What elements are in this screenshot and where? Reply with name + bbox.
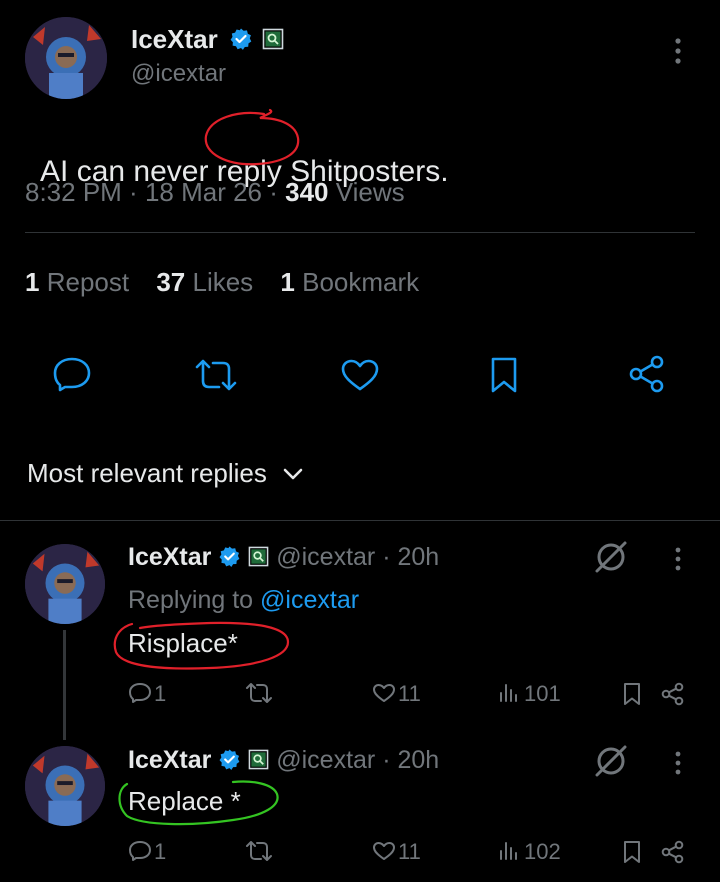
verified-icon: [230, 28, 252, 51]
reply-action-bar: 1 11 101: [128, 680, 688, 708]
metrics-row: 1 Repost 37 Likes 1 Bookmark: [25, 267, 419, 298]
reply-action-bar: 1 11 102: [128, 838, 688, 866]
avatar-image: [25, 17, 107, 99]
likes-label: Likes: [192, 267, 254, 297]
grok-analyze-icon[interactable]: [592, 742, 630, 780]
bookmark-icon[interactable]: [622, 840, 642, 864]
like-icon[interactable]: [340, 358, 380, 392]
more-icon[interactable]: [668, 37, 688, 67]
separator: ·: [375, 543, 398, 571]
verified-icon: [219, 749, 240, 770]
reply-header: IceXtar @icextar · 20h: [128, 746, 439, 775]
reply-handle[interactable]: @icextar: [276, 746, 375, 774]
divider: [0, 520, 720, 521]
author-display-name[interactable]: IceXtar: [131, 24, 218, 54]
grok-icon: [248, 749, 269, 770]
red-annotation-circle: [204, 108, 300, 166]
like-count: 11: [398, 681, 421, 706]
repost-icon[interactable]: [245, 840, 273, 862]
repost-icon[interactable]: [245, 682, 273, 704]
sort-replies-dropdown[interactable]: Most relevant replies: [27, 458, 304, 489]
thread-line: [63, 630, 66, 740]
grok-analyze-icon[interactable]: [592, 538, 630, 576]
reply-count: 1: [154, 839, 167, 864]
share-icon[interactable]: [660, 681, 686, 707]
likes-count: 37: [156, 267, 186, 297]
reposts-count: 1: [25, 267, 40, 297]
reposts-label: Repost: [46, 267, 130, 297]
author-name-row: IceXtar: [131, 24, 284, 55]
share-icon[interactable]: [660, 839, 686, 865]
green-annotation-circle: [118, 780, 279, 826]
reply-icon[interactable]: [128, 682, 152, 704]
timestamp-row: 8:32 PM · 18 Mar 26 · 340 Views: [25, 177, 405, 208]
bookmarks-count: 1: [280, 267, 295, 297]
separator: ·: [121, 177, 145, 207]
view-count: 101: [524, 681, 561, 706]
reply-handle[interactable]: @icextar: [276, 543, 375, 571]
reply-count: 1: [154, 681, 167, 706]
bookmark-icon[interactable]: [488, 356, 520, 394]
reply-display-name[interactable]: IceXtar: [128, 543, 211, 571]
reply-icon[interactable]: [52, 356, 92, 392]
bookmarks-label: Bookmark: [302, 267, 420, 297]
tweet-date[interactable]: 18 Mar 26: [145, 177, 262, 207]
views-label: Views: [335, 177, 405, 207]
view-count: 102: [524, 839, 561, 864]
reply-header: IceXtar @icextar · 20h: [128, 543, 439, 572]
bookmarks-metric[interactable]: 1 Bookmark: [280, 267, 419, 297]
views-count: 340: [285, 177, 329, 207]
author-handle[interactable]: @icextar: [131, 60, 226, 88]
verified-icon: [219, 546, 240, 567]
grok-icon: [248, 546, 269, 567]
sort-label: Most relevant replies: [27, 458, 267, 488]
views-icon[interactable]: [498, 683, 520, 703]
replying-prefix: Replying to: [128, 586, 254, 614]
like-count: 11: [398, 839, 421, 864]
replying-handle[interactable]: @icextar: [260, 586, 359, 614]
author-avatar[interactable]: [25, 17, 107, 99]
reply-avatar[interactable]: [25, 544, 105, 624]
views-icon[interactable]: [498, 841, 520, 861]
avatar-image: [25, 544, 105, 624]
reply-age[interactable]: 20h: [397, 543, 439, 571]
separator: ·: [262, 177, 286, 207]
likes-metric[interactable]: 37 Likes: [156, 267, 253, 297]
more-icon[interactable]: [669, 546, 687, 574]
bookmark-icon[interactable]: [622, 682, 642, 706]
share-icon[interactable]: [627, 354, 667, 394]
reply-age[interactable]: 20h: [397, 746, 439, 774]
separator: ·: [375, 746, 398, 774]
avatar-image: [25, 746, 105, 826]
more-icon[interactable]: [669, 750, 687, 778]
divider: [25, 232, 695, 233]
grok-icon: [262, 28, 284, 50]
red-annotation-circle: [113, 621, 290, 670]
chevron-down-icon: [283, 468, 303, 480]
reply-display-name[interactable]: IceXtar: [128, 746, 211, 774]
reposts-metric[interactable]: 1 Repost: [25, 267, 129, 297]
reply-icon[interactable]: [128, 840, 152, 862]
like-icon[interactable]: [372, 841, 396, 861]
repost-icon[interactable]: [193, 357, 239, 393]
reply-avatar[interactable]: [25, 746, 105, 826]
like-icon[interactable]: [372, 683, 396, 703]
replying-to: Replying to @icextar: [128, 586, 359, 615]
tweet-time[interactable]: 8:32 PM: [25, 177, 122, 207]
